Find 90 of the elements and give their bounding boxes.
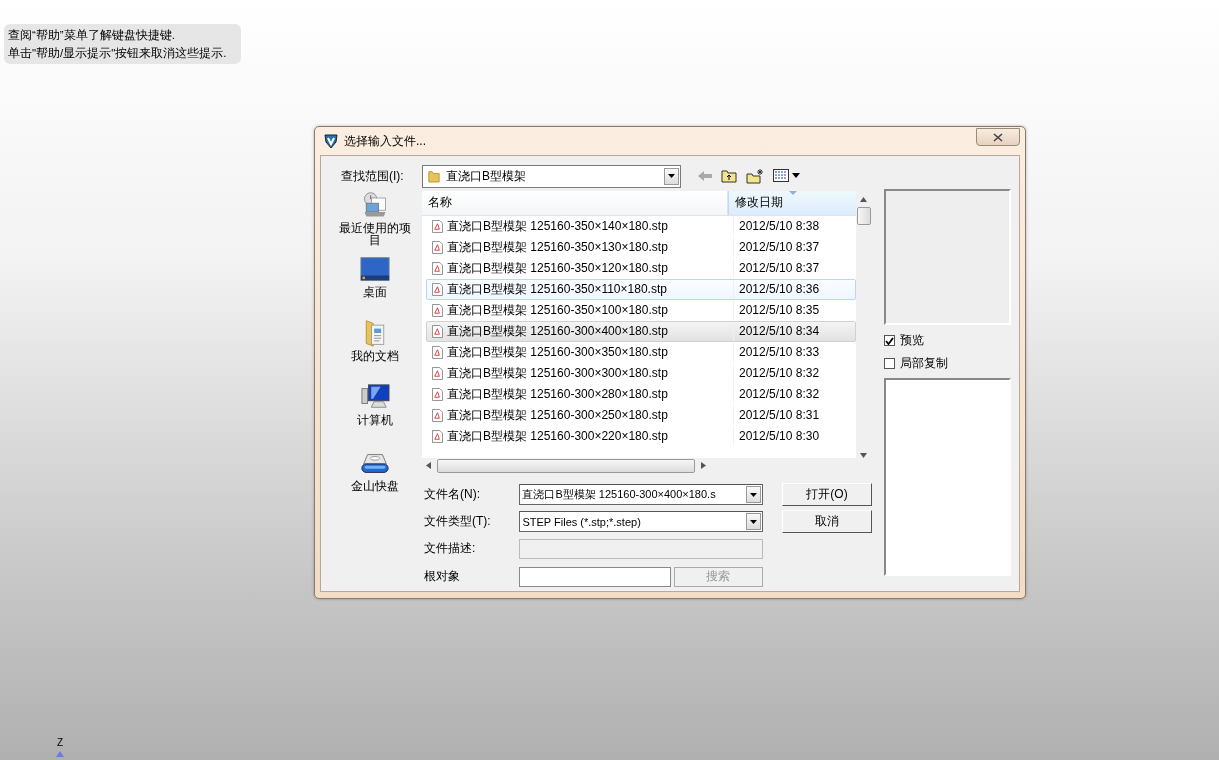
file-row[interactable]: 直浇口B型模架 125160-350×130×180.stp 2012/5/10 8:37 [426, 236, 856, 258]
look-in-label: 查找范围(I): [340, 167, 405, 185]
file-date: 2012/5/10 8:37 [739, 240, 820, 255]
file-row[interactable]: 直浇口B型模架 125160-300×220×180.stp 2012/5/10 8:30 [426, 425, 856, 447]
file-date: 2012/5/10 8:37 [739, 261, 820, 276]
file-date: 2012/5/10 8:30 [739, 429, 820, 444]
checkbox[interactable] [884, 335, 895, 346]
scroll-thumb[interactable] [437, 458, 695, 473]
desktop-icon [359, 255, 390, 283]
close-icon [993, 132, 1003, 142]
file-icon [432, 303, 443, 317]
file-icon [432, 366, 443, 380]
file-name: 直浇口B型模架 125160-350×130×180.stp [447, 238, 668, 256]
file-icon [432, 324, 443, 338]
open-button[interactable]: 打开(O) [782, 483, 872, 506]
file-icon [432, 282, 443, 296]
file-name: 直浇口B型模架 125160-350×110×180.stp [447, 280, 667, 298]
file-name: 直浇口B型模架 125160-300×250×180.stp [447, 406, 668, 424]
file-icon [432, 345, 443, 359]
field-label: 文件描述: [423, 540, 477, 557]
input-field[interactable] [519, 566, 671, 587]
sort-arrow-icon [789, 191, 797, 195]
file-row[interactable]: 直浇口B型模架 125160-300×350×180.stp 2012/5/10 8:33 [426, 341, 856, 363]
place-item[interactable]: 最近使用的项目 [334, 191, 415, 255]
cancel-button[interactable]: 取消 [782, 510, 872, 533]
dropdown-field[interactable]: 直浇口B型模架 125160-300×400×180.s [519, 484, 763, 505]
field-label: 根对象 [423, 568, 461, 585]
file-name: 直浇口B型模架 125160-350×140×180.stp [447, 217, 668, 235]
window-title: 选择输入文件... [344, 132, 426, 150]
file-icon [432, 240, 443, 254]
caret-icon [668, 174, 675, 178]
file-row[interactable]: 直浇口B型模架 125160-300×280×180.stp 2012/5/10 8:32 [426, 383, 856, 405]
shield-icon [323, 133, 339, 149]
file-icon [432, 261, 443, 275]
file-date: 2012/5/10 8:33 [739, 345, 820, 360]
place-item[interactable]: 桌面 [334, 255, 415, 319]
close-button[interactable] [976, 128, 1020, 146]
computer-icon [359, 383, 390, 411]
scroll-left-icon[interactable] [426, 462, 431, 470]
file-icon [432, 219, 443, 233]
caret-icon [750, 519, 757, 524]
up-folder-icon[interactable] [721, 169, 737, 183]
field-label: 文件名(N): [423, 486, 481, 503]
checkbox-label: 局部复制 [900, 355, 948, 372]
file-row[interactable]: 直浇口B型模架 125160-350×110×180.stp 2012/5/10 8:36 [426, 278, 856, 300]
file-icon [432, 408, 443, 422]
caret-icon [750, 492, 757, 497]
file-row[interactable]: 直浇口B型模架 125160-350×100×180.stp 2012/5/10 8:35 [426, 299, 856, 321]
file-date: 2012/5/10 8:31 [739, 408, 820, 423]
place-item[interactable]: 计算机 [334, 383, 415, 449]
file-row[interactable]: 直浇口B型模架 125160-300×250×180.stp 2012/5/10 8:31 [426, 404, 856, 426]
file-row[interactable]: 直浇口B型模架 125160-350×120×180.stp 2012/5/10 8:37 [426, 257, 856, 279]
hint-text: 单击"帮助/显示提示"按钮来取消这些提示. [8, 46, 228, 61]
dropdown-field[interactable]: STEP Files (*.stp;*.step) [519, 511, 763, 532]
file-date: 2012/5/10 8:38 [739, 219, 820, 234]
file-name: 直浇口B型模架 125160-300×350×180.stp [447, 343, 668, 361]
new-folder-icon[interactable] [746, 168, 764, 184]
check-icon [885, 336, 894, 345]
checkbox-label: 预览 [900, 332, 924, 349]
checkbox[interactable] [884, 358, 895, 369]
file-date: 2012/5/10 8:35 [739, 303, 820, 318]
file-icon [432, 429, 443, 443]
scroll-right-icon[interactable] [701, 462, 706, 470]
hint-text: 查阅“帮助”菜单了解键盘快捷键. [8, 28, 176, 43]
view-menu-icon[interactable] [773, 169, 801, 183]
file-name: 直浇口B型模架 125160-350×100×180.stp [447, 301, 668, 319]
look-in-dropdown[interactable]: 直浇口B型模架 [422, 164, 681, 188]
file-name: 直浇口B型模架 125160-300×280×180.stp [447, 385, 668, 403]
file-name: 直浇口B型模架 125160-300×220×180.stp [447, 427, 668, 445]
column-header[interactable]: 修改日期 [728, 191, 856, 215]
file-row[interactable]: 直浇口B型模架 125160-350×140×180.stp 2012/5/10 8:38 [426, 215, 856, 237]
file-date: 2012/5/10 8:34 [739, 324, 820, 339]
file-name: 直浇口B型模架 125160-350×120×180.stp [447, 259, 668, 277]
file-icon [432, 387, 443, 401]
field-label: 文件类型(T): [423, 513, 492, 530]
place-item[interactable]: 我的文档 [334, 319, 415, 383]
scroll-up-icon[interactable] [860, 197, 867, 202]
file-date: 2012/5/10 8:32 [739, 387, 820, 402]
axis-arrow-icon [56, 751, 64, 757]
file-date: 2012/5/10 8:36 [739, 282, 820, 297]
file-row[interactable]: 直浇口B型模架 125160-300×400×180.stp 2012/5/10 8:34 [426, 320, 856, 342]
scroll-down-icon[interactable] [860, 453, 867, 458]
folder-icon [428, 169, 440, 183]
scroll-thumb[interactable] [856, 207, 871, 225]
file-row[interactable]: 直浇口B型模架 125160-300×300×180.stp 2012/5/10 8:32 [426, 362, 856, 384]
file-name: 直浇口B型模架 125160-300×400×180.stp [447, 322, 668, 340]
file-name: 直浇口B型模架 125160-300×300×180.stp [447, 364, 668, 382]
file-date: 2012/5/10 8:32 [739, 366, 820, 381]
place-item[interactable]: 金山快盘 [334, 449, 415, 492]
axis-label: Z [56, 737, 64, 748]
